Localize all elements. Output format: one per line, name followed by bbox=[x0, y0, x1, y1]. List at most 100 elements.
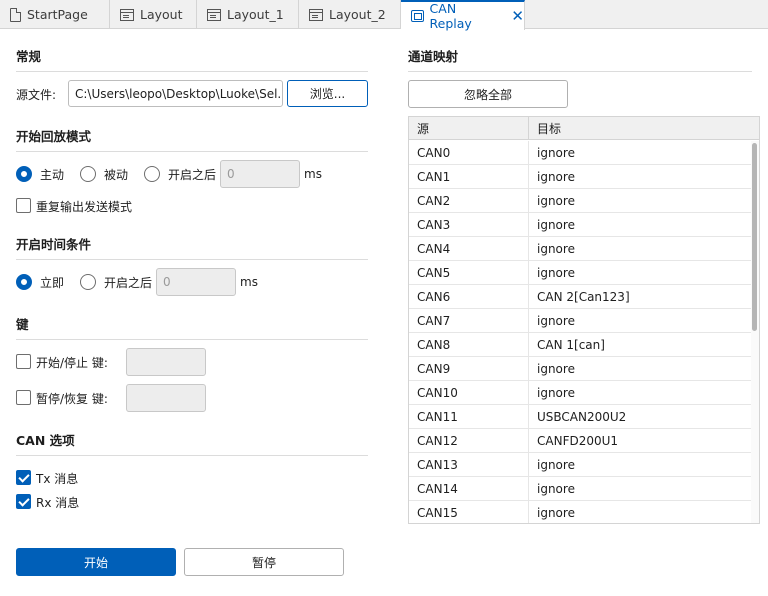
immediate-label: 立即 bbox=[40, 276, 65, 290]
tab-layout-1[interactable]: Layout_1 bbox=[197, 0, 299, 29]
target-cell[interactable]: ignore bbox=[529, 261, 751, 285]
passive-radio[interactable] bbox=[80, 166, 96, 182]
immediate-radio[interactable] bbox=[16, 274, 32, 290]
pause-resume-key-checkbox[interactable] bbox=[16, 390, 31, 405]
target-cell[interactable]: CAN 2[Can123] bbox=[529, 285, 751, 309]
start-time-heading: 开启时间条件 bbox=[16, 237, 92, 252]
tx-message-label: Tx 消息 bbox=[36, 472, 79, 486]
target-cell[interactable]: ignore bbox=[529, 213, 751, 237]
target-cell[interactable]: ignore bbox=[529, 165, 751, 189]
start-stop-key-checkbox[interactable] bbox=[16, 354, 31, 369]
start-after-radio[interactable] bbox=[144, 166, 160, 182]
start-button[interactable]: 开始 bbox=[16, 548, 176, 576]
general-heading: 常规 bbox=[16, 49, 42, 64]
time-after-input[interactable]: 0 bbox=[156, 268, 236, 296]
source-cell: CAN11 bbox=[409, 405, 529, 429]
target-cell[interactable]: ignore bbox=[529, 501, 751, 523]
replay-icon bbox=[411, 10, 424, 22]
active-label: 主动 bbox=[40, 168, 65, 182]
table-row[interactable]: CAN10 ignore bbox=[409, 381, 751, 405]
target-cell[interactable]: CAN 1[can] bbox=[529, 333, 751, 357]
start-stop-key-input[interactable] bbox=[126, 348, 206, 376]
pause-button[interactable]: 暂停 bbox=[184, 548, 344, 576]
active-radio[interactable] bbox=[16, 166, 32, 182]
tab-layout-2[interactable]: Layout_2 bbox=[299, 0, 401, 29]
time-after-label: 开启之后 bbox=[104, 276, 153, 290]
target-cell[interactable]: ignore bbox=[529, 453, 751, 477]
start-mode-heading: 开始回放模式 bbox=[16, 129, 92, 144]
table-row[interactable]: CAN14 ignore bbox=[409, 477, 751, 501]
ms-unit-label: ms bbox=[240, 275, 258, 289]
column-header-source[interactable]: 源 bbox=[409, 117, 529, 140]
column-header-target[interactable]: 目标 bbox=[529, 117, 751, 140]
source-cell: CAN5 bbox=[409, 261, 529, 285]
target-cell[interactable]: ignore bbox=[529, 477, 751, 501]
time-after-radio[interactable] bbox=[80, 274, 96, 290]
window-icon bbox=[207, 8, 221, 21]
table-row[interactable]: CAN0 ignore bbox=[409, 141, 751, 165]
source-cell: CAN4 bbox=[409, 237, 529, 261]
target-cell[interactable]: ignore bbox=[529, 141, 751, 165]
source-cell: CAN7 bbox=[409, 309, 529, 333]
source-cell: CAN0 bbox=[409, 141, 529, 165]
close-icon[interactable]: ✕ bbox=[511, 8, 524, 24]
source-cell: CAN14 bbox=[409, 477, 529, 501]
window-icon bbox=[120, 8, 134, 21]
target-cell[interactable]: ignore bbox=[529, 381, 751, 405]
table-row[interactable]: CAN7 ignore bbox=[409, 309, 751, 333]
tx-message-checkbox[interactable] bbox=[16, 470, 31, 485]
divider bbox=[16, 151, 368, 152]
table-row[interactable]: CAN11 USBCAN200U2 bbox=[409, 405, 751, 429]
tab-startpage[interactable]: StartPage bbox=[0, 0, 110, 29]
rx-message-checkbox[interactable] bbox=[16, 494, 31, 509]
tab-label: Layout_1 bbox=[227, 7, 284, 22]
table-row[interactable]: CAN9 ignore bbox=[409, 357, 751, 381]
target-cell[interactable]: USBCAN200U2 bbox=[529, 405, 751, 429]
scrollbar-thumb[interactable] bbox=[752, 143, 757, 331]
source-file-input[interactable]: C:\Users\leopo\Desktop\Luoke\Sel... bbox=[68, 80, 283, 107]
tab-layout[interactable]: Layout bbox=[110, 0, 197, 29]
keys-heading: 键 bbox=[16, 317, 29, 332]
target-cell[interactable]: ignore bbox=[529, 237, 751, 261]
tab-bar: StartPage Layout Layout_1 Layout_2 CAN R… bbox=[0, 0, 768, 31]
source-cell: CAN15 bbox=[409, 501, 529, 523]
source-file-label: 源文件: bbox=[16, 88, 57, 102]
start-after-label: 开启之后 bbox=[168, 168, 217, 182]
window-icon bbox=[309, 8, 323, 21]
table-row[interactable]: CAN2 ignore bbox=[409, 189, 751, 213]
table-row[interactable]: CAN8 CAN 1[can] bbox=[409, 333, 751, 357]
source-cell: CAN8 bbox=[409, 333, 529, 357]
target-cell[interactable]: ignore bbox=[529, 357, 751, 381]
target-cell[interactable]: ignore bbox=[529, 309, 751, 333]
target-cell[interactable]: ignore bbox=[529, 189, 751, 213]
target-cell[interactable]: CANFD200U1 bbox=[529, 429, 751, 453]
table-row[interactable]: CAN12 CANFD200U1 bbox=[409, 429, 751, 453]
page-icon bbox=[10, 7, 21, 22]
ignore-all-button[interactable]: 忽略全部 bbox=[408, 80, 568, 108]
table-row[interactable]: CAN3 ignore bbox=[409, 213, 751, 237]
tab-label: Layout bbox=[140, 7, 183, 22]
table-row[interactable]: CAN4 ignore bbox=[409, 237, 751, 261]
table-row[interactable]: CAN6 CAN 2[Can123] bbox=[409, 285, 751, 309]
table-row[interactable]: CAN5 ignore bbox=[409, 261, 751, 285]
source-cell: CAN1 bbox=[409, 165, 529, 189]
table-row[interactable]: CAN15 ignore bbox=[409, 501, 751, 523]
tab-can-replay[interactable]: CAN Replay ✕ bbox=[401, 0, 525, 31]
source-cell: CAN13 bbox=[409, 453, 529, 477]
divider bbox=[16, 71, 368, 72]
source-cell: CAN2 bbox=[409, 189, 529, 213]
start-after-input[interactable]: 0 bbox=[220, 160, 300, 188]
repeat-send-checkbox[interactable] bbox=[16, 198, 31, 213]
start-stop-key-label: 开始/停止 键: bbox=[36, 356, 108, 370]
browse-button[interactable]: 浏览... bbox=[287, 80, 368, 107]
table-body: CAN0 ignore CAN1 ignore CAN2 ignore CAN3 ignore… bbox=[409, 141, 751, 523]
source-cell: CAN12 bbox=[409, 429, 529, 453]
divider bbox=[16, 339, 368, 340]
tab-label: CAN Replay bbox=[429, 1, 472, 31]
tab-label: Layout_2 bbox=[329, 7, 386, 22]
pause-resume-key-input[interactable] bbox=[126, 384, 206, 412]
can-options-heading: CAN 选项 bbox=[16, 433, 75, 448]
rx-message-label: Rx 消息 bbox=[36, 496, 80, 510]
table-row[interactable]: CAN1 ignore bbox=[409, 165, 751, 189]
table-row[interactable]: CAN13 ignore bbox=[409, 453, 751, 477]
